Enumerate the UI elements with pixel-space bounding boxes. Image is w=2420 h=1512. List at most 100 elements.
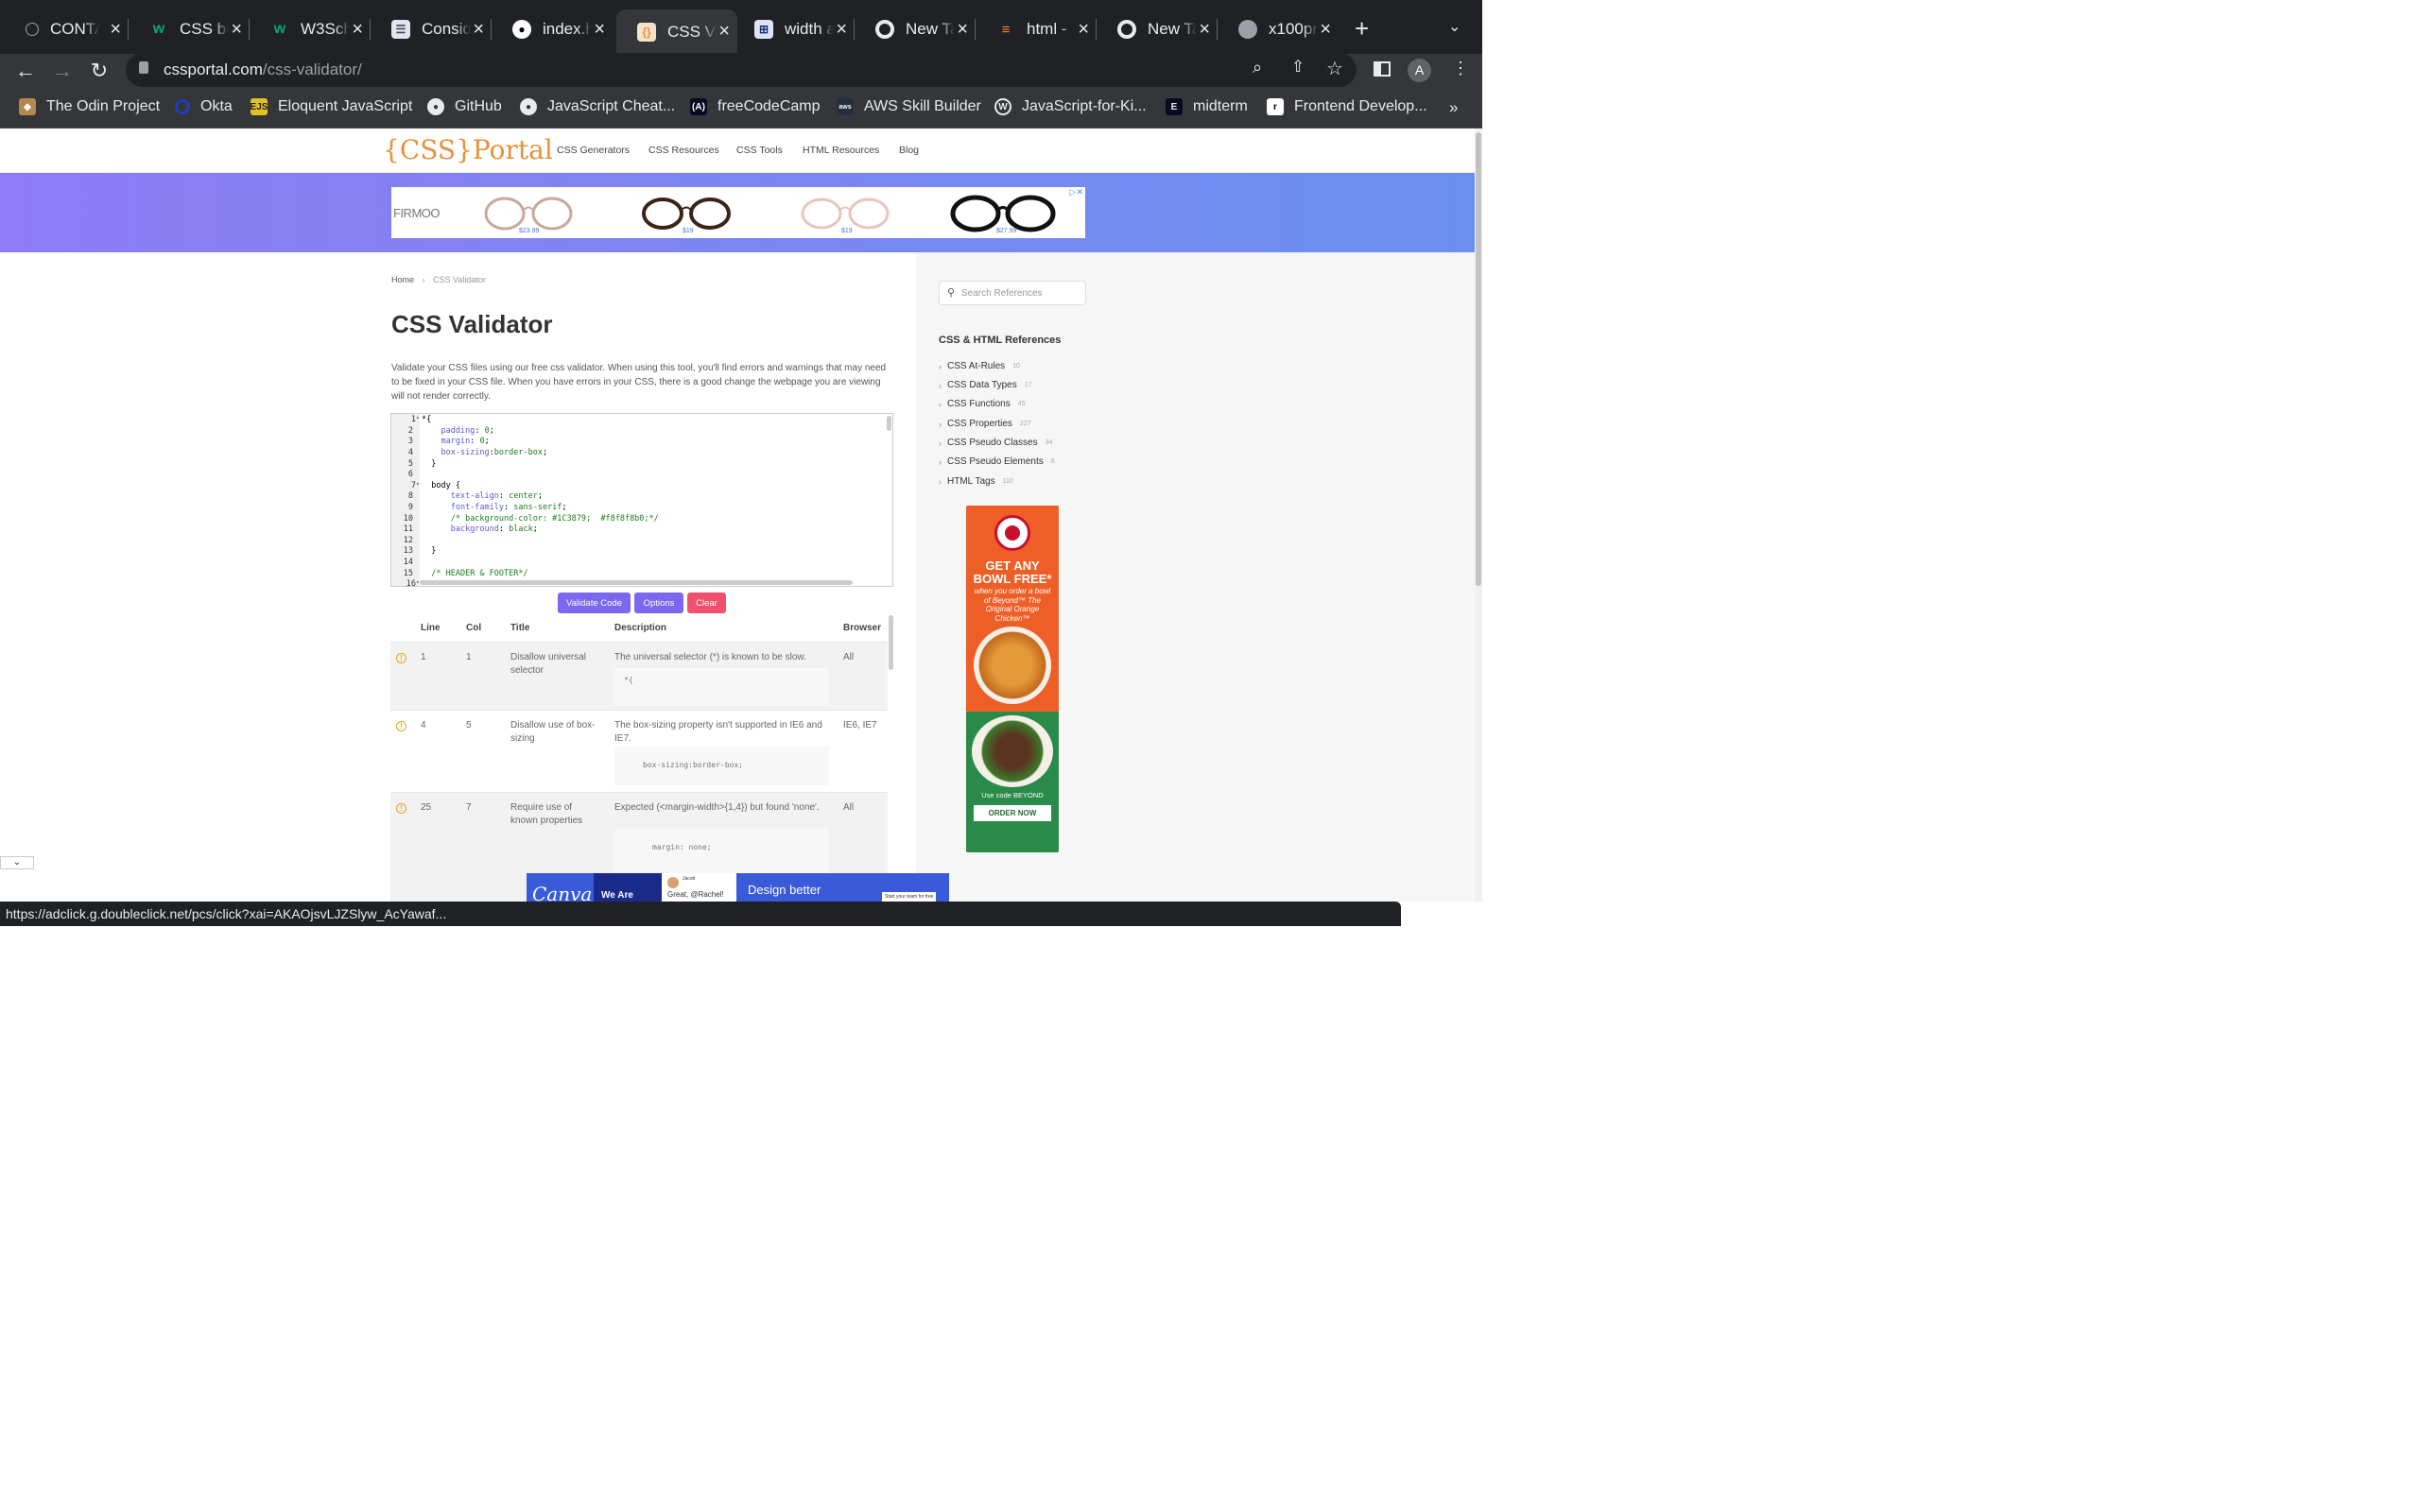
- close-tab-icon[interactable]: ×: [110, 19, 121, 41]
- code-editor[interactable]: 1 2 3 4 5 6 7 8 9 10 11 12 13 14 15 16 ▾…: [390, 413, 893, 587]
- status-bar: https://adclick.g.doubleclick.net/pcs/cl…: [0, 902, 1401, 926]
- search-input[interactable]: ⚲ Search References: [939, 281, 1086, 305]
- options-button[interactable]: Options: [634, 593, 683, 613]
- column-header-description: Description: [614, 623, 667, 633]
- glasses-image: [801, 198, 890, 230]
- tab[interactable]: New Ta ×: [855, 9, 976, 49]
- nav-css-generators[interactable]: CSS Generators: [557, 145, 630, 156]
- warning-icon: !: [396, 653, 406, 663]
- menu-icon[interactable]: ⋮: [1452, 59, 1469, 78]
- nav-blog[interactable]: Blog: [899, 145, 919, 156]
- nav-html-resources[interactable]: HTML Resources: [803, 145, 879, 156]
- tab[interactable]: New Ta ×: [1097, 9, 1218, 49]
- chevron-down-icon[interactable]: ⌄: [0, 856, 34, 869]
- chevron-right-icon: ›: [939, 399, 942, 409]
- ad-headline: Design better: [748, 883, 821, 897]
- sidebar-item-css-properties[interactable]: › CSS Properties 227: [939, 419, 1031, 429]
- site-logo[interactable]: {CSS}Portal: [383, 134, 553, 165]
- results-scrollbar[interactable]: [889, 615, 893, 670]
- close-tab-icon[interactable]: ×: [594, 19, 605, 41]
- canva-ad[interactable]: Canva We Are Jacob Great, @Rachel! Desig…: [527, 873, 949, 902]
- tab[interactable]: ≡ html - ×: [976, 9, 1097, 49]
- bookmark-item[interactable]: r Frontend Develop...: [1267, 98, 1427, 115]
- close-tab-icon[interactable]: ×: [836, 19, 847, 41]
- vertical-scrollbar[interactable]: [887, 416, 891, 431]
- nav-css-resources[interactable]: CSS Resources: [648, 145, 719, 156]
- code-line: body {: [422, 481, 460, 490]
- close-tab-icon[interactable]: ×: [1199, 19, 1210, 41]
- chevron-right-icon: ›: [939, 476, 942, 487]
- table-row: ! 4 5 Disallow use of box-sizing The box…: [390, 710, 888, 792]
- tab[interactable]: ● index.h ×: [492, 9, 613, 49]
- fold-icon[interactable]: ▾: [416, 481, 420, 488]
- bookmark-item[interactable]: ● GitHub: [427, 98, 502, 115]
- intro-text: Validate your CSS files using our free c…: [391, 363, 887, 402]
- clear-button[interactable]: Clear: [687, 593, 726, 613]
- close-tab-icon[interactable]: ×: [1320, 19, 1331, 41]
- tab[interactable]: w W3Sch ×: [250, 9, 371, 49]
- page-title: CSS Validator: [391, 310, 553, 338]
- frontend-icon: r: [1267, 98, 1284, 115]
- share-icon[interactable]: ⇧: [1291, 58, 1305, 77]
- adchoices-icon[interactable]: ▷✕: [1070, 187, 1083, 198]
- tab[interactable]: ☰ Consid ×: [371, 9, 492, 49]
- bookmark-item[interactable]: (A) freeCodeCamp: [690, 98, 821, 115]
- back-icon[interactable]: ←: [11, 54, 40, 87]
- tab[interactable]: ⊞ width a ×: [734, 9, 855, 49]
- start-team-button[interactable]: Start your team for free: [882, 892, 937, 902]
- sidebar-item-css-pseudo-classes[interactable]: › CSS Pseudo Classes 34: [939, 438, 1052, 448]
- forward-icon[interactable]: →: [48, 54, 77, 87]
- sidebar-item-css-data-types[interactable]: › CSS Data Types 17: [939, 380, 1032, 390]
- fold-icon[interactable]: ▾: [416, 415, 420, 421]
- code-line: text-align: center;: [450, 491, 543, 501]
- wordpress-icon: W: [994, 98, 1011, 115]
- horizontal-scrollbar[interactable]: [420, 580, 853, 585]
- close-tab-icon[interactable]: ×: [231, 19, 242, 41]
- close-tab-icon[interactable]: ×: [352, 19, 363, 41]
- close-tab-icon[interactable]: ×: [957, 19, 968, 41]
- zoom-icon[interactable]: ⌕: [1253, 58, 1262, 77]
- tab[interactable]: x100pr ×: [1218, 9, 1339, 49]
- bookmark-item[interactable]: Emidterm: [1166, 98, 1248, 115]
- address-bar[interactable]: cssportal.com/css-validator/ ⌕ ⇧ ☆: [126, 53, 1357, 87]
- tab-search-icon[interactable]: ⌄: [1448, 17, 1461, 36]
- stackoverflow-icon: ≡: [1001, 21, 1011, 38]
- new-tab-icon[interactable]: +: [1355, 14, 1369, 43]
- sidebar-item-css-at-rules[interactable]: › CSS At-Rules 10: [939, 361, 1020, 371]
- bookmark-item[interactable]: EJS Eloquent JavaScript: [251, 98, 412, 115]
- more-bookmarks-icon[interactable]: »: [1449, 98, 1458, 117]
- glasses-ad[interactable]: FIRMOO $23.99 $19 $19 $27.99 ▷✕: [391, 187, 1085, 238]
- site-header: {CSS}Portal CSS Generators CSS Resources…: [0, 129, 1475, 173]
- side-panel-icon[interactable]: [1374, 61, 1391, 77]
- avatar[interactable]: A: [1408, 59, 1431, 82]
- bookmark-item[interactable]: Okta: [175, 98, 233, 115]
- close-tab-icon[interactable]: ×: [1078, 19, 1089, 41]
- breadcrumb-home[interactable]: Home: [391, 275, 414, 284]
- bookmark-item[interactable]: ● JavaScript Cheat...: [520, 98, 675, 115]
- validate-code-button[interactable]: Validate Code: [558, 593, 631, 613]
- bookmark-item[interactable]: ◆ The Odin Project: [19, 98, 160, 115]
- code-line: background: black;: [450, 524, 538, 534]
- nav-css-tools[interactable]: CSS Tools: [736, 145, 783, 156]
- page-scrollbar[interactable]: [1476, 132, 1481, 586]
- lock-icon[interactable]: [139, 61, 148, 74]
- chevron-right-icon: ›: [939, 419, 942, 429]
- close-tab-icon[interactable]: ×: [473, 19, 484, 41]
- sidebar-item-css-pseudo-elements[interactable]: › CSS Pseudo Elements 6: [939, 456, 1055, 467]
- sidebar-item-html-tags[interactable]: › HTML Tags 110: [939, 476, 1013, 487]
- reload-icon[interactable]: ↻: [85, 54, 113, 87]
- references-heading: CSS & HTML References: [939, 335, 1062, 346]
- tab[interactable]: CONTA ×: [0, 9, 129, 49]
- bookmark-item[interactable]: aws AWS Skill Builder: [837, 98, 981, 115]
- ad-brand: FIRMOO: [393, 206, 441, 220]
- panda-express-ad[interactable]: GET ANY BOWL FREE* when you order a bowl…: [966, 506, 1059, 852]
- close-tab-icon[interactable]: ×: [718, 21, 730, 43]
- github-icon: ●: [520, 98, 537, 115]
- tab-active[interactable]: {} CSS Va ×: [616, 9, 737, 54]
- bookmark-star-icon[interactable]: ☆: [1326, 57, 1343, 80]
- order-now-button[interactable]: ORDER NOW: [974, 805, 1051, 821]
- tab[interactable]: w CSS bo ×: [129, 9, 250, 49]
- code-line: font-family: sans-serif;: [450, 503, 567, 512]
- bookmark-item[interactable]: W JavaScript-for-Ki...: [994, 98, 1147, 115]
- sidebar-item-css-functions[interactable]: › CSS Functions 45: [939, 399, 1026, 409]
